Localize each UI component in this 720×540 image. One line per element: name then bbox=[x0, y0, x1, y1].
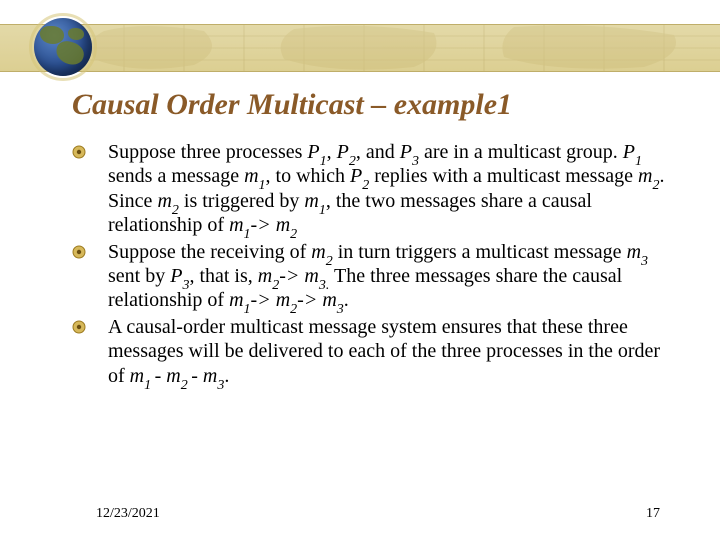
header-grid-graphic bbox=[74, 25, 720, 71]
footer-date: 12/23/2021 bbox=[96, 506, 160, 522]
text: Suppose three processes P1, P2, and P3 a… bbox=[108, 141, 664, 236]
bullet-1: Suppose three processes P1, P2, and P3 a… bbox=[72, 140, 672, 238]
header-band bbox=[0, 24, 720, 72]
bullet-3: A causal-order multicast message system … bbox=[72, 315, 672, 388]
slide-body: Suppose three processes P1, P2, and P3 a… bbox=[72, 140, 672, 390]
bullet-2: Suppose the receiving of m2 in turn trig… bbox=[72, 240, 672, 313]
bullet-marker-icon bbox=[72, 320, 86, 334]
slide-title: Causal Order Multicast – example1 bbox=[72, 88, 680, 121]
text: Suppose the receiving of m2 in turn trig… bbox=[108, 241, 648, 312]
bullet-marker-icon bbox=[72, 145, 86, 159]
text: A causal-order multicast message system … bbox=[108, 316, 660, 387]
slide: Causal Order Multicast – example1 Suppos… bbox=[0, 0, 720, 540]
footer-page-number: 17 bbox=[646, 506, 660, 522]
footer: 12/23/2021 17 bbox=[96, 506, 660, 522]
globe-icon bbox=[34, 18, 92, 76]
bullet-marker-icon bbox=[72, 245, 86, 259]
